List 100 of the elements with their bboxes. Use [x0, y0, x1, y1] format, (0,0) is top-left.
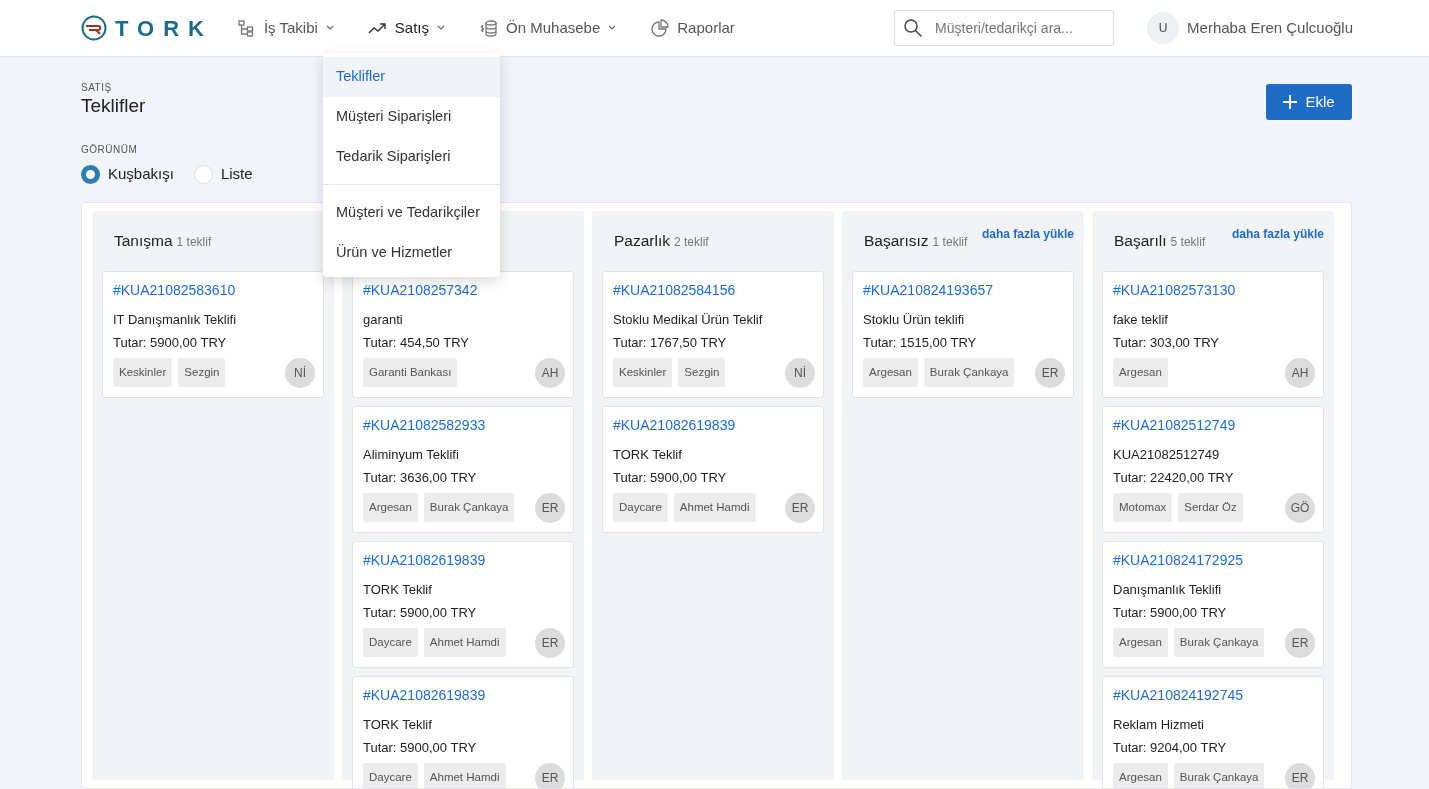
user-avatar: ER — [1035, 357, 1065, 388]
offer-amount: Tutar: 3636,00 TRY — [363, 469, 478, 487]
offer-card[interactable]: #KUA210824193657 Stoklu Ürün teklifi Tutar: 1515,00 TRY Argesan Burak Çankaya ER — [852, 270, 1074, 398]
offer-code-link[interactable]: #KUA2108257342 — [363, 279, 565, 301]
column-title: Başarısız — [864, 230, 929, 251]
tag: Daycare — [613, 492, 668, 523]
offer-card[interactable]: #KUA21082584156 Stoklu Medikal Ürün Teklif Tutar: 1767,50 TRY Keskinler Sezgin Nİ — [602, 270, 824, 398]
add-button[interactable]: Ekle — [1266, 84, 1352, 120]
column-title: Tanışma — [114, 230, 173, 251]
user-avatar: Nİ — [785, 357, 815, 388]
breadcrumb-text: SATIŞ — [81, 81, 113, 95]
offer-amount: Tutar: 1515,00 TRY — [863, 334, 978, 352]
offer-code-link[interactable]: #KUA210824192745 — [1113, 684, 1315, 706]
tag: Serdar Öz — [1178, 492, 1243, 523]
page-title: Teklifler — [81, 95, 146, 118]
offer-amount: Tutar: 9204,00 TRY — [1113, 739, 1228, 757]
load-more-link[interactable]: daha fazla yükle — [981, 224, 1074, 243]
offer-title: fake teklif — [1113, 310, 1169, 329]
nav-menu-item[interactable]: İş Takibi — [236, 16, 334, 40]
user-greeting: Merhaba Eren Çulcuoğlu — [1187, 17, 1353, 38]
search-icon — [903, 18, 924, 38]
user-avatar: ER — [535, 627, 565, 658]
dropdown-item[interactable]: Ürün ve Hizmetler — [323, 233, 500, 273]
user-avatar: ER — [1285, 762, 1315, 788]
tag: Keskinler — [113, 357, 173, 388]
user-avatar: ER — [785, 492, 815, 523]
tag: Motomax — [1113, 492, 1173, 523]
offer-amount: Tutar: 5900,00 TRY — [363, 604, 478, 622]
offer-code-link[interactable]: #KUA21082584156 — [613, 279, 815, 301]
offer-title: Stoklu Medikal Ürün Teklif — [613, 310, 764, 329]
offer-code-link[interactable]: #KUA21082582933 — [363, 414, 565, 436]
offer-amount: Tutar: 303,00 TRY — [1113, 334, 1220, 352]
nav-menu-item[interactable]: Satış — [367, 16, 446, 40]
tag: Keskinler — [613, 357, 673, 388]
tag: Argesan — [1113, 627, 1168, 658]
tag: Daycare — [363, 627, 418, 658]
offer-card[interactable]: #KUA21082583610 IT Danışmanlık Teklifi Tutar: 5900,00 TRY Keskinler Sezgin Nİ — [102, 270, 324, 398]
offer-title: Danışmanlık Teklifi — [1113, 580, 1223, 599]
dropdown-item[interactable]: Teklifler — [323, 57, 500, 97]
user-avatar: Nİ — [285, 357, 315, 388]
offer-code-link[interactable]: #KUA21082512749 — [1113, 414, 1315, 436]
offer-code-link[interactable]: #KUA21082619839 — [613, 414, 815, 436]
offer-title: garanti — [363, 310, 404, 329]
offer-amount: Tutar: 5900,00 TRY — [363, 739, 478, 757]
offer-card[interactable]: #KUA210824172925 Danışmanlık Teklifi Tutar: 5900,00 TRY Argesan Burak Çankaya ER — [1102, 540, 1324, 668]
user-avatar: ER — [535, 492, 565, 523]
offer-title: TORK Teklif — [613, 445, 683, 464]
offer-card[interactable]: #KUA21082619839 TORK Teklif Tutar: 5900,00 TRY Daycare Ahmet Hamdi ER — [602, 405, 824, 533]
offer-amount: Tutar: 22420,00 TRY — [1113, 469, 1235, 487]
offer-title: Aliminyum Teklifi — [363, 445, 460, 464]
user-avatar: ER — [1285, 627, 1315, 658]
offer-code-link[interactable]: #KUA21082619839 — [363, 684, 565, 706]
logo-icon — [81, 15, 107, 41]
brand-logo-text[interactable]: TORK — [115, 11, 213, 45]
view-label: GÖRÜNÜM — [81, 143, 138, 157]
tag: Daycare — [363, 762, 418, 788]
radio-button[interactable] — [81, 164, 100, 184]
tree-icon — [236, 18, 256, 38]
user-avatar[interactable]: U — [1147, 12, 1180, 44]
nav-menu-item[interactable]: Ön Muhasebe — [479, 16, 617, 40]
user-avatar: GÖ — [1285, 492, 1315, 523]
load-more-link[interactable]: daha fazla yükle — [1231, 224, 1324, 243]
dropdown-item[interactable]: Tedarik Siparişleri — [323, 136, 500, 177]
tag: Argesan — [863, 357, 918, 388]
tag: Sezgin — [678, 357, 726, 388]
radio-label: Liste — [220, 164, 253, 184]
column-count: 2 teklif — [674, 233, 709, 251]
nav-menu-item[interactable]: Raporlar — [650, 16, 735, 40]
offer-amount: Tutar: 454,50 TRY — [363, 334, 470, 352]
offer-code-link[interactable]: #KUA21082619839 — [363, 549, 565, 571]
tag: Burak Çankaya — [1173, 762, 1265, 788]
user-avatar: AH — [535, 357, 565, 388]
tag: Burak Çankaya — [923, 357, 1015, 388]
offer-amount: Tutar: 5900,00 TRY — [113, 334, 228, 352]
tag: Burak Çankaya — [1173, 627, 1265, 658]
offer-card[interactable]: #KUA21082573130 fake teklif Tutar: 303,00 TRY Argesan AH — [1102, 270, 1324, 398]
offer-card[interactable]: #KUA21082619839 TORK Teklif Tutar: 5900,00 TRY Daycare Ahmet Hamdi ER — [352, 675, 574, 788]
tag: Sezgin — [178, 357, 226, 388]
offer-code-link[interactable]: #KUA21082583610 — [113, 279, 315, 301]
radio-label: Kuşbakışı — [108, 164, 174, 184]
offer-card[interactable]: #KUA21082619839 TORK Teklif Tutar: 5900,00 TRY Daycare Ahmet Hamdi ER — [352, 540, 574, 668]
column-count: 5 teklif — [1170, 233, 1206, 251]
coins-icon — [479, 18, 499, 38]
offer-amount: Tutar: 5900,00 TRY — [1113, 604, 1228, 622]
offer-card[interactable]: #KUA21082512749 KUA21082512749 Tutar: 22420,00 TRY Motomax Serdar Öz GÖ — [1102, 405, 1324, 533]
tag: Ahmet Hamdi — [423, 627, 506, 658]
column-title: Pazarlık — [614, 230, 670, 251]
dropdown-item[interactable]: Müşteri ve Tedarikçiler — [323, 193, 500, 233]
offer-amount: Tutar: 5900,00 TRY — [613, 469, 728, 487]
offer-code-link[interactable]: #KUA210824172925 — [1113, 549, 1315, 571]
offer-card[interactable]: #KUA21082582933 Aliminyum Teklifi Tutar: 3636,00 TRY Argesan Burak Çankaya ER — [352, 405, 574, 533]
column-count: 1 teklif — [176, 233, 212, 251]
offer-amount: Tutar: 1767,50 TRY — [613, 334, 728, 352]
offer-card[interactable]: #KUA2108257342 garanti Tutar: 454,50 TRY Garanti Bankası AH — [352, 270, 574, 398]
search-field[interactable]: Müşteri/tedarikçi ara... — [894, 10, 1115, 46]
offer-card[interactable]: #KUA210824192745 Reklam Hizmeti Tutar: 9204,00 TRY Argesan Burak Çankaya ER — [1102, 675, 1324, 788]
dropdown-item[interactable]: Müşteri Siparişleri — [323, 96, 500, 137]
user-avatar: ER — [535, 762, 565, 788]
offer-code-link[interactable]: #KUA210824193657 — [863, 279, 1065, 301]
offer-code-link[interactable]: #KUA21082573130 — [1113, 279, 1315, 301]
